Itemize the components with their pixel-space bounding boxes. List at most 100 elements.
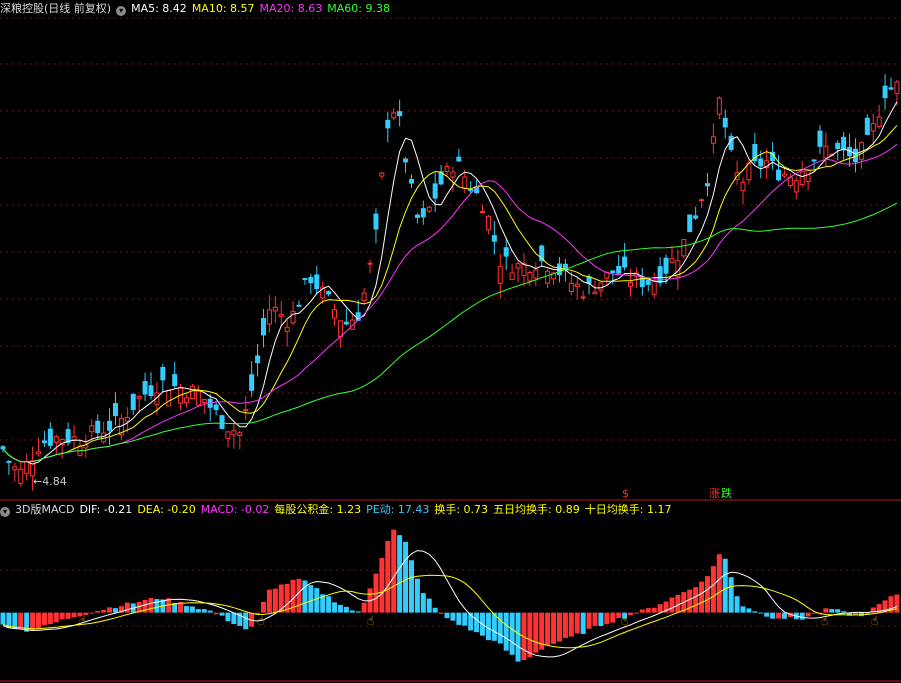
macd-bar-56 [332, 602, 338, 613]
candle-135 [799, 160, 805, 188]
candle-106 [628, 268, 634, 297]
candle-145 [858, 141, 864, 169]
candle-46 [272, 295, 278, 323]
candle-81 [480, 204, 486, 214]
macd-bar-65 [385, 540, 391, 613]
candle-149 [882, 73, 888, 110]
macd-bar-16 [95, 611, 101, 613]
macd-bar-8 [47, 612, 53, 625]
candle-33 [195, 385, 201, 407]
macd-histogram [0, 529, 900, 662]
candle-68 [403, 157, 409, 173]
candle-69 [408, 174, 414, 189]
candle-98 [580, 290, 586, 301]
candle-131 [776, 155, 782, 182]
candle-45 [266, 295, 272, 333]
macd-bar-103 [610, 612, 616, 623]
macd-bar-126 [746, 608, 752, 613]
macd-bar-46 [272, 588, 278, 613]
indicator-field-0: DIF: -0.21 [79, 503, 133, 516]
macd-bar-99 [586, 612, 592, 629]
candle-119 [704, 172, 710, 197]
limit-down-mark: 跌 [721, 486, 732, 500]
candle-13 [77, 439, 83, 457]
macd-bar-124 [734, 596, 740, 613]
candle-124 [734, 160, 740, 185]
candle-11 [65, 422, 71, 447]
candle-77 [456, 149, 462, 162]
candle-17 [101, 421, 107, 444]
candle-107 [633, 267, 639, 288]
settings-circle-icon[interactable]: ▾ [116, 6, 127, 16]
candle-3 [18, 461, 24, 487]
macd-bar-71 [420, 593, 426, 613]
signal-hand-icon: ☝ [79, 614, 86, 628]
macd-bar-125 [740, 606, 746, 613]
macd-bar-12 [71, 612, 77, 618]
macd-bar-116 [687, 589, 693, 613]
candle-61 [361, 287, 367, 305]
candle-10 [59, 438, 65, 459]
kline-chart-canvas[interactable]: ←4.84 $ 涨跌 ☝ ☝ ☝ ☝ ☝ ☝ [0, 0, 901, 683]
macd-bar-64 [379, 558, 385, 613]
candle-38 [225, 431, 231, 448]
macd-bar-25 [148, 598, 154, 613]
macd-bar-76 [450, 612, 456, 621]
candle-49 [290, 301, 296, 326]
candle-43 [255, 343, 261, 377]
candle-18 [107, 408, 113, 445]
candle-108 [639, 268, 645, 296]
macd-bar-3 [18, 612, 24, 629]
macd-bar-55 [326, 596, 332, 613]
macd-bar-77 [456, 612, 462, 625]
candle-132 [781, 168, 787, 179]
candle-82 [485, 215, 491, 235]
candle-136 [805, 168, 811, 191]
macd-bar-142 [841, 611, 847, 613]
macd-bar-139 [823, 608, 829, 613]
macd-bar-95 [562, 612, 568, 638]
macd-bar-128 [758, 612, 764, 614]
ma-legend-item-0: MA5: 8.42 [131, 2, 187, 15]
candle-34 [201, 399, 207, 414]
candle-22 [130, 393, 136, 415]
macd-bar-130 [770, 612, 776, 619]
macd-bar-31 [184, 606, 190, 613]
candle-142 [841, 131, 847, 160]
macd-bar-38 [225, 612, 231, 622]
macd-bar-113 [669, 597, 675, 613]
candle-37 [219, 414, 225, 430]
candle-12 [71, 425, 77, 450]
candle-138 [817, 125, 823, 154]
candle-63 [373, 208, 379, 244]
candle-35 [207, 394, 213, 422]
macd-bar-74 [438, 612, 444, 614]
indicator-title: 3D版MACD [15, 503, 75, 516]
candle-7 [41, 430, 47, 447]
candle-31 [184, 394, 190, 408]
macd-bar-2 [12, 612, 18, 629]
macd-bar-111 [657, 604, 663, 613]
indicator-settings-icon[interactable]: ▾ [0, 507, 10, 517]
macd-bar-101 [598, 612, 604, 627]
macd-bar-44 [260, 601, 266, 613]
macd-bar-78 [462, 612, 468, 626]
macd-bar-72 [426, 598, 432, 613]
candle-28 [166, 389, 172, 407]
macd-bar-53 [314, 588, 320, 613]
ma-legend-item-3: MA60: 9.38 [327, 2, 390, 15]
candle-44 [260, 308, 266, 348]
candle-104 [616, 254, 622, 275]
candle-1 [6, 460, 12, 475]
candle-134 [793, 176, 799, 200]
macd-bar-120 [710, 566, 716, 613]
macd-bar-87 [515, 612, 521, 662]
macd-bar-110 [651, 607, 657, 613]
macd-bar-15 [89, 612, 95, 614]
candle-109 [645, 278, 651, 292]
candle-148 [876, 104, 882, 129]
macd-bar-86 [509, 612, 515, 655]
candle-113 [669, 246, 675, 264]
macd-bar-69 [408, 560, 414, 613]
macd-bar-129 [764, 612, 770, 617]
